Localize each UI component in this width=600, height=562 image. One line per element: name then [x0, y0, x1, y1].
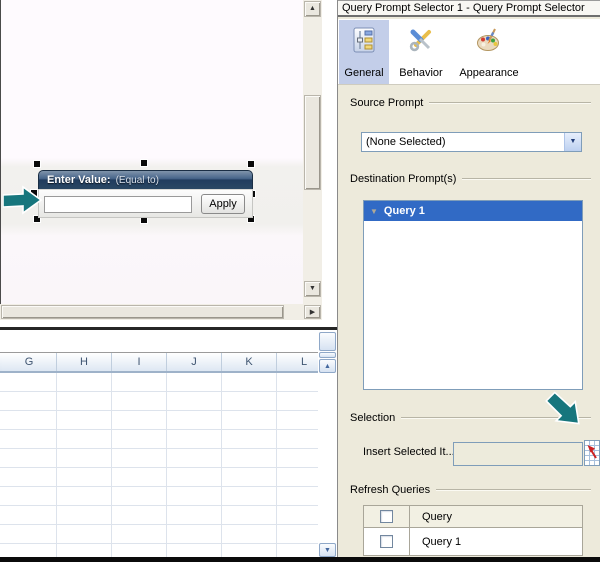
- spreadsheet-vertical-scrollbar[interactable]: ▲ ▼: [318, 330, 337, 557]
- spreadsheet-grid[interactable]: [0, 373, 318, 557]
- group-rule: [401, 416, 591, 419]
- item-expand-icon: ▼: [370, 206, 378, 216]
- column-header[interactable]: J: [167, 353, 222, 371]
- group-destination-prompts: Destination Prompt(s): [350, 172, 591, 185]
- selection-handle-mid-left[interactable]: [31, 190, 37, 196]
- scroll-up-icon: ▲: [309, 5, 316, 12]
- destination-prompts-label: Destination Prompt(s): [350, 172, 457, 185]
- prompt-value-input[interactable]: [44, 196, 192, 213]
- source-prompt-value: (None Selected): [366, 136, 446, 148]
- appearance-icon: [477, 28, 499, 51]
- cell-range-picker-icon: [585, 441, 599, 465]
- canvas-horizontal-scrollbar[interactable]: ▶: [0, 304, 322, 320]
- column-header[interactable]: K: [222, 353, 277, 371]
- canvas-horizontal-scroll-thumb[interactable]: [1, 305, 284, 319]
- column-header[interactable]: L: [277, 353, 318, 371]
- tab-behavior-label: Behavior: [399, 67, 443, 79]
- insert-selected-items-label: Insert Selected It...: [363, 446, 455, 458]
- destination-prompts-list[interactable]: ▼ Query 1: [363, 200, 583, 390]
- table-row[interactable]: Query 1: [364, 528, 582, 555]
- scroll-right-button[interactable]: ▶: [304, 305, 321, 319]
- scroll-down-button[interactable]: ▼: [319, 543, 336, 557]
- source-prompt-label: Source Prompt: [350, 96, 424, 109]
- canvas-vertical-scroll-thumb[interactable]: [304, 95, 321, 190]
- cell-range-picker-button[interactable]: [584, 440, 600, 466]
- prompt-widget-header[interactable]: Enter Value: (Equal to): [38, 170, 253, 189]
- prompt-widget-operator: (Equal to): [115, 174, 159, 186]
- group-selection: Selection: [350, 411, 591, 424]
- query1-checkbox[interactable]: [380, 535, 393, 548]
- apply-button[interactable]: Apply: [201, 194, 245, 214]
- panel-tabstrip: General Behavior Appearance: [338, 19, 600, 85]
- selection-handle-top-center[interactable]: [141, 160, 147, 166]
- selection-label: Selection: [350, 411, 396, 424]
- properties-panel: Query Prompt Selector 1 - Query Prompt S…: [337, 0, 600, 562]
- bottom-edge-bar: [0, 557, 600, 562]
- behavior-icon: [409, 29, 431, 52]
- scroll-up-icon: ▲: [324, 363, 331, 370]
- scrollbar-split-handle[interactable]: [319, 332, 336, 351]
- panel-title: Query Prompt Selector 1 - Query Prompt S…: [338, 0, 600, 17]
- column-header[interactable]: H: [57, 353, 112, 371]
- spreadsheet-top-row: [0, 330, 318, 352]
- group-rule: [429, 101, 591, 104]
- designer-canvas-area: Enter Value: (Equal to) Apply ▲ ▼ ▶: [0, 0, 337, 330]
- query-row-label: Query 1: [422, 535, 462, 548]
- list-item-query1[interactable]: ▼ Query 1: [364, 201, 582, 221]
- tab-appearance[interactable]: Appearance: [452, 20, 526, 84]
- source-prompt-dropdown[interactable]: (None Selected) ▼: [361, 132, 582, 152]
- dashboard-canvas[interactable]: Enter Value: (Equal to) Apply: [0, 0, 303, 304]
- selection-handle-top-right[interactable]: [248, 161, 254, 167]
- group-rule: [436, 488, 591, 491]
- column-header[interactable]: G: [2, 353, 57, 371]
- select-all-cell: [364, 506, 410, 527]
- canvas-vertical-scrollbar[interactable]: ▲ ▼: [303, 0, 322, 304]
- group-refresh-queries: Refresh Queries: [350, 483, 591, 496]
- list-item-label: Query 1: [383, 205, 425, 217]
- select-all-checkbox[interactable]: [380, 510, 393, 523]
- prompt-widget-body: Apply: [38, 189, 253, 218]
- tab-general[interactable]: General: [339, 20, 389, 84]
- scroll-down-button[interactable]: ▼: [304, 281, 321, 297]
- spreadsheet-column-headers: G H I J K L: [0, 352, 318, 373]
- scrollbar-split-box[interactable]: [319, 352, 336, 358]
- dropdown-button[interactable]: ▼: [564, 133, 581, 151]
- query-column-header: Query: [422, 510, 452, 523]
- scroll-down-icon: ▼: [309, 285, 316, 292]
- scroll-up-button[interactable]: ▲: [304, 1, 321, 17]
- scroll-down-icon: ▼: [324, 547, 331, 554]
- tab-appearance-label: Appearance: [459, 67, 519, 79]
- scroll-right-icon: ▶: [309, 309, 316, 316]
- spacer-row: [0, 320, 337, 327]
- table-header-row: Query: [364, 506, 582, 528]
- tab-behavior[interactable]: Behavior: [391, 20, 451, 84]
- annotation-arrow-left: [3, 185, 43, 215]
- scroll-up-button[interactable]: ▲: [319, 359, 336, 373]
- row-checkbox-cell: [364, 528, 410, 555]
- tab-general-label: General: [344, 67, 384, 79]
- refresh-queries-table: Query Query 1: [363, 505, 583, 556]
- general-icon: [353, 27, 375, 53]
- insert-selected-items-field[interactable]: [453, 442, 583, 466]
- group-source-prompt: Source Prompt: [350, 96, 591, 109]
- selection-handle-top-left[interactable]: [34, 161, 40, 167]
- prompt-widget-title: Enter Value:: [47, 174, 111, 186]
- refresh-queries-label: Refresh Queries: [350, 483, 431, 496]
- chevron-down-icon: ▼: [569, 138, 577, 145]
- group-rule: [462, 177, 591, 180]
- app-window: Enter Value: (Equal to) Apply ▲ ▼ ▶ G H …: [0, 0, 600, 562]
- column-header[interactable]: I: [112, 353, 167, 371]
